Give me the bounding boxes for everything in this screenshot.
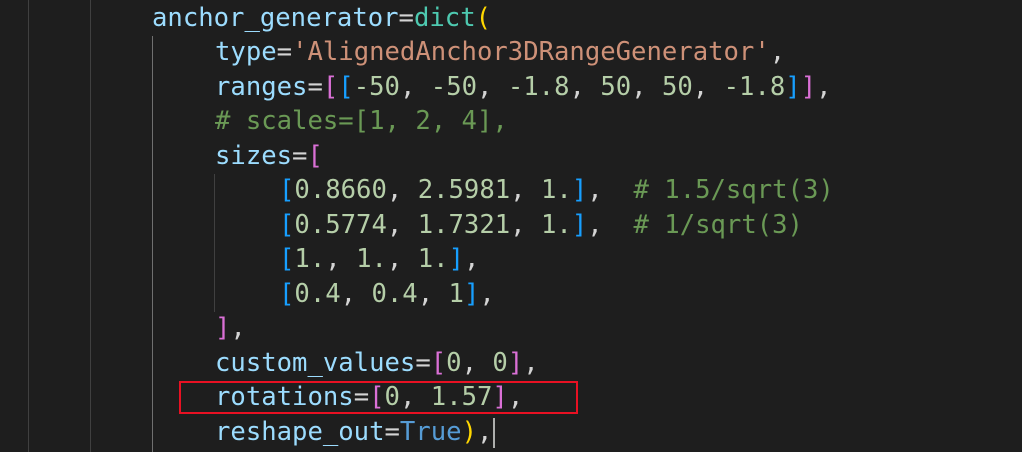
bracket: ]	[571, 175, 588, 205]
punctuation: ,	[417, 279, 449, 309]
punctuation: ,	[386, 175, 418, 205]
number-literal: 1.	[417, 244, 449, 274]
bracket: ]	[215, 313, 231, 343]
number-literal: 0.5774	[294, 210, 387, 240]
bracket: )	[461, 417, 477, 447]
bracket: ]	[785, 72, 801, 102]
text-cursor	[493, 418, 496, 448]
number-literal: 1.	[356, 244, 387, 274]
number-literal: 0.4	[371, 279, 418, 309]
punctuation: ,	[769, 37, 786, 67]
bracket: [	[279, 210, 295, 240]
number-literal: 1.	[540, 210, 572, 240]
code-line[interactable]: [0.4, 0.4, 1],	[0, 277, 495, 312]
identifier: anchor_generator	[152, 3, 399, 33]
number-literal: 50	[661, 72, 693, 102]
punctuation: ,	[631, 72, 662, 102]
operator: =	[307, 72, 323, 102]
number-literal: -50	[430, 72, 478, 102]
operator: =	[276, 37, 293, 67]
bracket: ]	[448, 244, 464, 274]
punctuation: ,	[386, 210, 418, 240]
comment: # scales=[1, 2, 4],	[215, 106, 508, 136]
punctuation: ,	[477, 72, 508, 102]
punctuation: ,	[510, 210, 541, 240]
comment: # 1.5/sqrt(3)	[633, 175, 834, 205]
bracket: [	[338, 72, 354, 102]
code-editor[interactable]: anchor_generator=dict( type='AlignedAnch…	[0, 0, 1022, 452]
punctuation: ,	[340, 279, 372, 309]
identifier: ranges	[215, 72, 308, 102]
bracket: [	[307, 141, 323, 171]
number-literal: 1.	[540, 175, 572, 205]
number-literal: 0.4	[294, 279, 341, 309]
code-line[interactable]: sizes=[	[0, 139, 323, 174]
code-line[interactable]: anchor_generator=dict(	[0, 1, 491, 36]
identifier: custom_values	[215, 348, 416, 378]
code-line[interactable]: type='AlignedAnchor3DRangeGenerator',	[0, 35, 785, 70]
bracket: (	[475, 3, 492, 33]
number-literal: 0	[492, 348, 508, 378]
punctuation: ,	[587, 175, 634, 205]
bracket: ]	[800, 72, 817, 102]
bracket: [	[430, 348, 447, 378]
bracket: [	[279, 279, 295, 309]
punctuation: ,	[386, 244, 418, 274]
number-literal: -50	[353, 72, 400, 102]
code-line[interactable]: ranges=[[-50, -50, -1.8, 50, 50, -1.8]],	[0, 70, 832, 105]
bracket: ]	[571, 210, 588, 240]
punctuation: ,	[523, 348, 539, 378]
operator: =	[384, 417, 400, 447]
punctuation: ,	[479, 279, 495, 309]
bracket: [	[279, 175, 295, 205]
code-line[interactable]: [0.5774, 1.7321, 1.], # 1/sqrt(3)	[0, 208, 803, 243]
bracket: ]	[507, 348, 524, 378]
punctuation: ,	[816, 72, 832, 102]
bracket: [	[279, 244, 295, 274]
number-literal: -1.8	[507, 72, 570, 102]
punctuation: ,	[461, 348, 493, 378]
number-literal: -1.8	[723, 72, 786, 102]
code-line[interactable]: custom_values=[0, 0],	[0, 346, 539, 381]
identifier: reshape_out	[215, 417, 385, 447]
number-literal: 50	[600, 72, 632, 102]
bracket: [	[322, 72, 339, 102]
code-line[interactable]: [0.8660, 2.5981, 1.], # 1.5/sqrt(3)	[0, 173, 834, 208]
punctuation: ,	[510, 175, 541, 205]
function-name: dict	[413, 3, 476, 33]
punctuation: ,	[230, 313, 246, 343]
comment: # 1/sqrt(3)	[633, 210, 803, 240]
number-literal: 1.	[294, 244, 326, 274]
keyword: True	[399, 417, 462, 447]
bracket: ]	[463, 279, 480, 309]
operator: =	[398, 3, 414, 33]
highlight-box	[179, 381, 578, 414]
code-line[interactable]: ],	[0, 311, 246, 346]
identifier: type	[215, 37, 277, 67]
number-literal: 1.7321	[417, 210, 511, 240]
number-literal: 0.8660	[294, 175, 387, 205]
punctuation: ,	[463, 244, 480, 274]
number-literal: 2.5981	[417, 175, 511, 205]
code-line[interactable]: [1., 1., 1.],	[0, 242, 479, 277]
punctuation: ,	[399, 72, 431, 102]
punctuation: ,	[325, 244, 357, 274]
punctuation: ,	[587, 210, 634, 240]
punctuation: ,	[692, 72, 724, 102]
punctuation: ,	[569, 72, 601, 102]
identifier: sizes	[215, 141, 293, 171]
operator: =	[415, 348, 431, 378]
code-line[interactable]: reshape_out=True),	[0, 415, 496, 450]
number-literal: 1	[448, 279, 464, 309]
operator: =	[292, 141, 308, 171]
number-literal: 0	[446, 348, 462, 378]
code-line[interactable]: # scales=[1, 2, 4],	[0, 104, 508, 139]
string-literal: 'AlignedAnchor3DRangeGenerator'	[292, 37, 770, 67]
punctuation: ,	[476, 417, 493, 447]
